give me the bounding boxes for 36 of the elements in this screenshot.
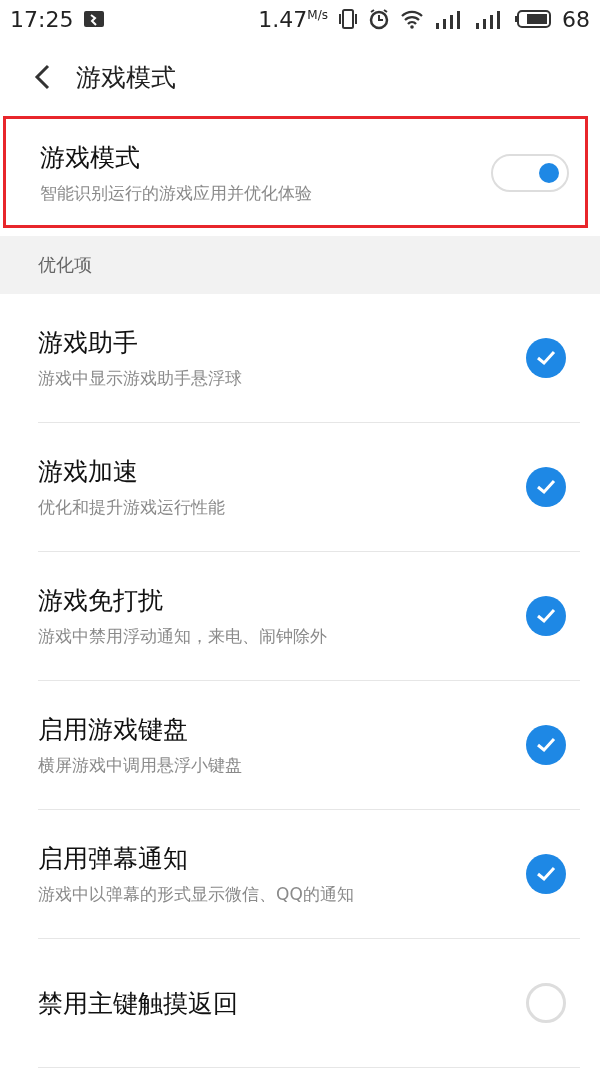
checkbox[interactable]	[526, 725, 566, 765]
wifi-icon	[400, 9, 424, 29]
checkbox[interactable]	[526, 854, 566, 894]
option-description: 游戏中禁用浮动通知，来电、闹钟除外	[38, 625, 328, 648]
check-icon	[536, 866, 556, 882]
option-title: 启用弹幕通知	[38, 843, 189, 875]
toggle-switch[interactable]	[491, 154, 569, 192]
status-time: 17:25	[10, 6, 74, 32]
option-title: 游戏助手	[38, 327, 139, 359]
check-icon	[536, 350, 556, 366]
checkbox[interactable]	[526, 983, 566, 1023]
battery-level: 68	[562, 6, 590, 32]
option-title: 游戏免打扰	[38, 585, 164, 617]
option-description: 优化和提升游戏运行性能	[38, 496, 226, 519]
setting-title: 游戏模式	[40, 142, 141, 174]
section-title: 优化项	[38, 253, 92, 277]
alarm-icon	[368, 8, 390, 30]
option-description: 游戏中显示游戏助手悬浮球	[38, 367, 243, 390]
back-icon[interactable]	[34, 64, 50, 90]
option-title: 禁用主键触摸返回	[38, 987, 239, 1020]
battery-icon	[514, 9, 552, 29]
option-title: 游戏加速	[38, 456, 139, 488]
network-speed: 1.47$^{M/s}$	[258, 6, 328, 32]
setting-description: 智能识别运行的游戏应用并优化体验	[40, 182, 313, 205]
option-description: 横屏游戏中调用悬浮小键盘	[38, 754, 243, 777]
option-title: 启用游戏键盘	[38, 714, 189, 746]
check-icon	[536, 737, 556, 753]
checkbox[interactable]	[526, 596, 566, 636]
check-icon	[536, 608, 556, 624]
checkbox[interactable]	[526, 467, 566, 507]
option-description: 游戏中以弹幕的形式显示微信、QQ的通知	[38, 883, 355, 906]
checkbox[interactable]	[526, 338, 566, 378]
image-icon	[83, 10, 106, 28]
vibrate-icon	[338, 8, 358, 30]
page-title: 游戏模式	[76, 61, 176, 94]
check-icon	[536, 479, 556, 495]
